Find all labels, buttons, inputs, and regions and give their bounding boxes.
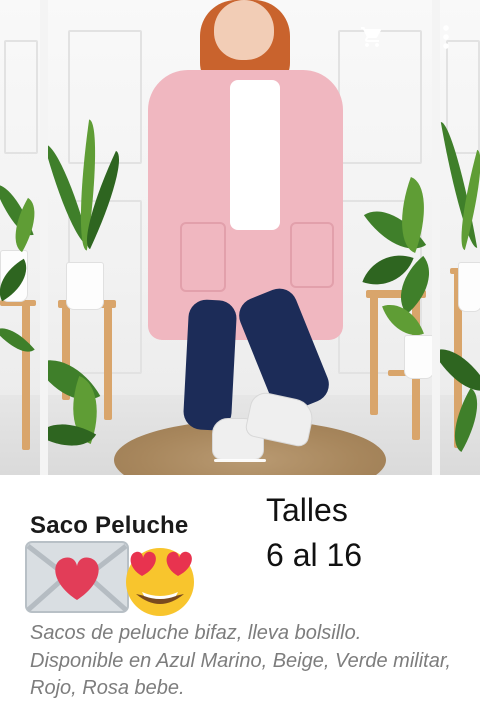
sizes-label: Talles xyxy=(266,492,348,528)
product-description: Sacos de peluche bifaz, lleva bolsillo. … xyxy=(30,622,451,699)
love-letter-emoji xyxy=(25,541,129,613)
heart-eyes-emoji xyxy=(126,548,194,616)
product-title: Saco Peluche xyxy=(30,512,189,539)
product-photo-carousel[interactable] xyxy=(0,0,480,475)
more-options-button[interactable] xyxy=(436,20,456,54)
sizes-range: 6 al 16 xyxy=(266,537,363,573)
active-photo-slide[interactable] xyxy=(48,0,432,475)
cart-button[interactable] xyxy=(357,22,387,52)
shopping-cart-icon xyxy=(361,27,382,47)
emoji-row xyxy=(24,540,204,620)
more-vertical-icon xyxy=(443,25,449,49)
carousel-position-indicator xyxy=(214,459,266,462)
next-photo-slide[interactable] xyxy=(440,0,480,475)
previous-photo-slide[interactable] xyxy=(0,0,40,475)
